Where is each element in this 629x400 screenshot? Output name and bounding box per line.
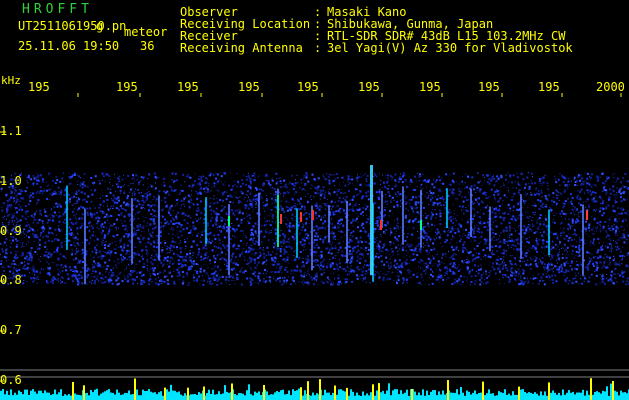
time-tick: 195 (419, 80, 441, 94)
level-spike (482, 381, 484, 400)
level-spike (378, 383, 380, 400)
level-spike (134, 378, 136, 400)
level-spike (164, 387, 166, 400)
level-spike (187, 387, 189, 400)
meteor-echo (66, 185, 68, 250)
meteor-echo (420, 189, 422, 248)
freq-tick: 1.0 (0, 174, 22, 188)
meteor-echo (370, 165, 373, 275)
meteor-echo (520, 194, 522, 259)
meteor-echo (420, 220, 422, 230)
file-name: UT2511061950.pn (18, 19, 127, 33)
meteor-echo (446, 188, 448, 229)
level-spike (334, 385, 336, 400)
meteor-echo (84, 208, 86, 285)
mode-label: meteor (124, 25, 168, 39)
level-spike (447, 380, 449, 400)
time-tick: 2000 (596, 80, 625, 94)
level-spike (307, 381, 309, 400)
level-spike (372, 384, 374, 400)
level-spike (300, 387, 302, 400)
plot-background (0, 0, 629, 400)
meteor-echo (346, 200, 348, 264)
freq-tick: 0.9 (0, 224, 22, 238)
meteor-echo (258, 192, 260, 246)
meteor-echo (131, 198, 133, 264)
antenna-value: 3el Yagi(V) Az 330 for Vladivostok (327, 41, 573, 55)
meteor-echo (158, 195, 160, 261)
meteor-echo (328, 205, 330, 243)
app-title: HROFFT (22, 2, 93, 17)
time-tick: 195 (177, 80, 199, 94)
meteor-echo (582, 204, 584, 276)
level-spike (346, 387, 348, 400)
level-spike (72, 382, 74, 400)
file-suffix: g (96, 19, 104, 33)
time-tick: 195 (28, 80, 50, 94)
freq-tick: 0.7 (0, 323, 22, 337)
level-spike (612, 381, 614, 400)
antenna-colon: : (314, 41, 322, 55)
meteor-echo (402, 186, 404, 245)
meteor-echo (312, 210, 314, 220)
meteor-echo (470, 188, 472, 237)
antenna-label: Receiving Antenna (180, 41, 303, 55)
time-tick: 195 (538, 80, 560, 94)
level-spike (590, 378, 592, 400)
meteor-echo (380, 220, 382, 230)
level-spike (411, 389, 413, 400)
meteor-echo (489, 206, 491, 252)
level-spike (263, 385, 265, 400)
echo-count: 36 (140, 39, 155, 53)
level-spike (319, 379, 321, 400)
time-tick: 195 (478, 80, 500, 94)
meteor-echo (548, 209, 550, 256)
time-tick: 195 (116, 80, 138, 94)
freq-unit-label: kHz (1, 74, 21, 87)
time-tick: 195 (238, 80, 260, 94)
meteor-echo (280, 214, 282, 224)
meteor-echo (277, 195, 279, 247)
level-spike (518, 386, 520, 400)
meteor-echo (205, 197, 207, 245)
meteor-echo (228, 204, 230, 276)
time-tick: 195 (297, 80, 319, 94)
freq-tick: 1.1 (0, 124, 22, 138)
meteor-echo (296, 208, 298, 258)
meteor-echo (228, 216, 230, 226)
observation-datetime: 25.11.06 19:50 (18, 39, 120, 53)
freq-tick: 0.8 (0, 273, 22, 287)
meteor-echo (300, 212, 302, 222)
level-spike (83, 385, 85, 400)
time-tick: 195 (358, 80, 380, 94)
spectrogram (0, 0, 629, 400)
level-spike (203, 386, 205, 400)
level-spike (231, 383, 233, 400)
meteor-echo (586, 210, 588, 220)
level-spike (548, 382, 550, 400)
freq-tick: 0.6 (0, 373, 22, 387)
